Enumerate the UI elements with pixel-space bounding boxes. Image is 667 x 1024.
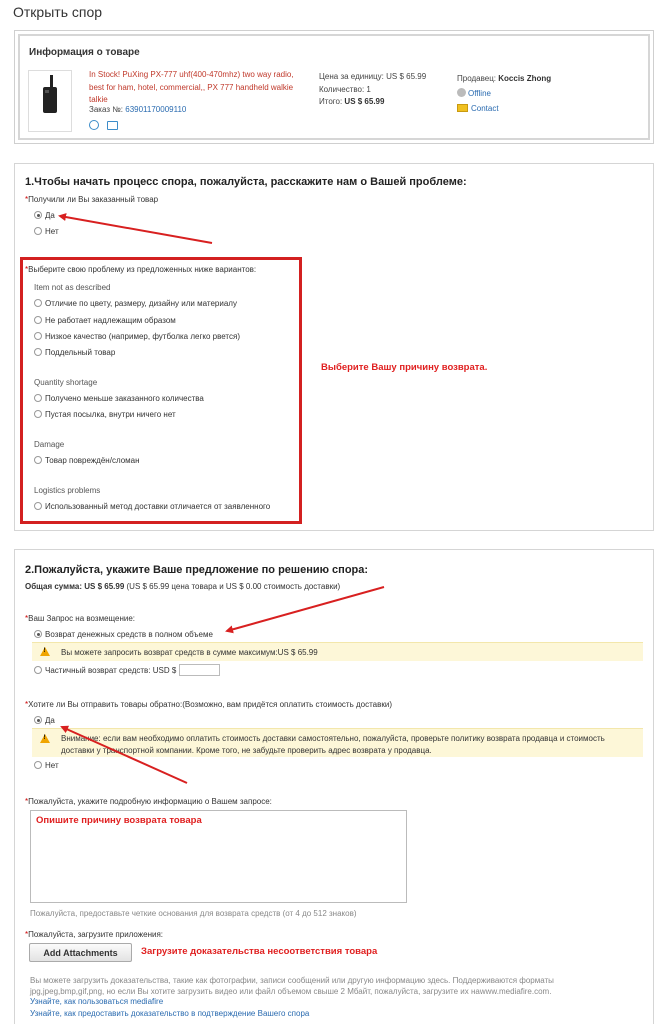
- refund-partial-option[interactable]: Частичный возврат средств: USD $: [34, 664, 221, 676]
- attach-question: *Пожалуйста, загрузите приложения:: [25, 930, 164, 939]
- problem-option-color-size[interactable]: Отличие по цвету, размеру, дизайну или м…: [34, 299, 237, 308]
- details-hint: Пожалуйста, предоставьте четкие основани…: [30, 909, 357, 918]
- radio-icon[interactable]: [34, 227, 42, 235]
- problem-question: *Выберите свою проблему из предложенных …: [25, 265, 257, 274]
- mediafire-help-link[interactable]: Узнайте, как пользоваться mediafire: [30, 997, 163, 1006]
- radio-icon[interactable]: [34, 456, 42, 464]
- offline-status-icon: [457, 88, 466, 97]
- return-question: *Хотите ли Вы отправить товары обратно:(…: [25, 700, 393, 709]
- order-number-label: Заказ №:: [89, 105, 124, 114]
- problem-section: 1.Чтобы начать процесс спора, пожалуйста…: [14, 163, 654, 531]
- problem-option-counterfeit[interactable]: Поддельный товар: [34, 348, 115, 357]
- problem-option-less-quantity[interactable]: Получено меньше заказанного количества: [34, 394, 204, 403]
- received-no-option[interactable]: Нет: [34, 227, 59, 236]
- product-name-link[interactable]: In Stock! PuXing PX-777 uhf(400-470mhz) …: [89, 69, 307, 107]
- evidence-help-link[interactable]: Узнайте, как предоставить доказательство…: [30, 1009, 309, 1018]
- received-question: *Получили ли Вы заказанный товар: [25, 195, 159, 204]
- partial-amount-input[interactable]: [179, 664, 221, 676]
- problem-option-damaged[interactable]: Товар повреждён/сломан: [34, 456, 140, 465]
- warning-icon: [40, 647, 50, 656]
- order-number-line: Заказ №: 63901170009110: [89, 105, 186, 114]
- radio-icon[interactable]: [34, 666, 42, 674]
- quantity-value: 1: [366, 84, 371, 94]
- total-amount-line: Общая сумма: US $ 65.99 (US $ 65.99 цена…: [25, 582, 341, 591]
- radio-checked-icon[interactable]: [34, 211, 42, 219]
- return-shipping-warning: Внимание: если вам необходимо оплатить с…: [32, 728, 643, 757]
- problem-option-empty-package[interactable]: Пустая посылка, внутри ничего нет: [34, 410, 176, 419]
- refund-question: *Ваш Запрос на возмещение:: [25, 614, 136, 623]
- walkie-talkie-knob: [45, 90, 49, 93]
- problem-options-box: *Выберите свою проблему из предложенных …: [20, 257, 302, 524]
- attach-annotation: Загрузите доказательства несоответствия …: [141, 946, 378, 957]
- calendar-icon[interactable]: [107, 121, 119, 130]
- radio-checked-icon[interactable]: [34, 716, 42, 724]
- radio-icon[interactable]: [34, 502, 42, 510]
- product-info-inner: Информация о товаре In Stock! PuXing PX-…: [18, 34, 650, 140]
- order-icons: [89, 120, 119, 132]
- alarm-clock-icon[interactable]: [89, 120, 99, 130]
- radio-icon[interactable]: [34, 348, 42, 356]
- problem-option-shipping-method[interactable]: Использованный метод доставки отличается…: [34, 502, 270, 511]
- unit-price-label: Цена за единицу:: [319, 72, 384, 81]
- price-column: Цена за единицу: US $ 65.99 Количество: …: [319, 71, 426, 109]
- group-title: Item not as described: [34, 283, 111, 292]
- warning-icon: [40, 734, 50, 743]
- unit-price-value: US $ 65.99: [386, 72, 427, 81]
- seller-status: Offline: [468, 89, 491, 98]
- radio-checked-icon[interactable]: [34, 630, 42, 638]
- return-no-option[interactable]: Нет: [34, 761, 59, 770]
- envelope-icon: [457, 104, 468, 112]
- quantity-label: Количество:: [319, 84, 365, 94]
- radio-icon[interactable]: [34, 394, 42, 402]
- refund-full-option[interactable]: Возврат денежных средств в полном объеме: [34, 630, 213, 639]
- problem-option-not-working[interactable]: Не работает надлежащим образом: [34, 316, 176, 325]
- group-title: Logistics problems: [34, 486, 101, 495]
- product-thumbnail[interactable]: [28, 70, 72, 132]
- reason-annotation: Выберите Вашу причину возврата.: [321, 362, 488, 373]
- add-attachments-button[interactable]: Add Attachments: [29, 943, 132, 962]
- details-annotation: Опишите причину возврата товара: [36, 815, 202, 826]
- return-yes-option[interactable]: Да: [34, 716, 55, 725]
- group-title: Quantity shortage: [34, 378, 98, 387]
- seller-label: Продавец:: [457, 74, 497, 83]
- problem-section-title: 1.Чтобы начать процесс спора, пожалуйста…: [25, 176, 467, 188]
- order-number-link[interactable]: 63901170009110: [125, 105, 186, 114]
- refund-max-warning: Вы можете запросить возврат средств в су…: [32, 642, 643, 661]
- resolution-section-title: 2.Пожалуйста, укажите Ваше предложение п…: [25, 564, 369, 576]
- attach-fine-print: Вы можете загрузить доказательства, таки…: [30, 976, 554, 996]
- contact-seller-link[interactable]: Contact: [471, 104, 499, 113]
- total-value: US $ 65.99: [344, 97, 385, 106]
- seller-column: Продавец: Koccis Zhong Offline Contact: [457, 71, 551, 116]
- details-question: *Пожалуйста, укажите подробную информаци…: [25, 797, 272, 806]
- resolution-section: 2.Пожалуйста, укажите Ваше предложение п…: [14, 549, 654, 1024]
- received-yes-option[interactable]: Да: [34, 211, 55, 220]
- page-title: Открыть спор: [13, 4, 103, 20]
- radio-icon[interactable]: [34, 299, 42, 307]
- product-info-box: Информация о товаре In Stock! PuXing PX-…: [14, 30, 654, 144]
- total-label: Итого:: [319, 97, 343, 106]
- radio-icon[interactable]: [34, 410, 42, 418]
- radio-icon[interactable]: [34, 316, 42, 324]
- group-title: Damage: [34, 440, 65, 449]
- seller-name: Koccis Zhong: [498, 74, 552, 83]
- problem-option-low-quality[interactable]: Низкое качество (например, футболка легк…: [34, 332, 240, 341]
- radio-icon[interactable]: [34, 332, 42, 340]
- product-section-title: Информация о товаре: [29, 47, 140, 58]
- radio-icon[interactable]: [34, 761, 42, 769]
